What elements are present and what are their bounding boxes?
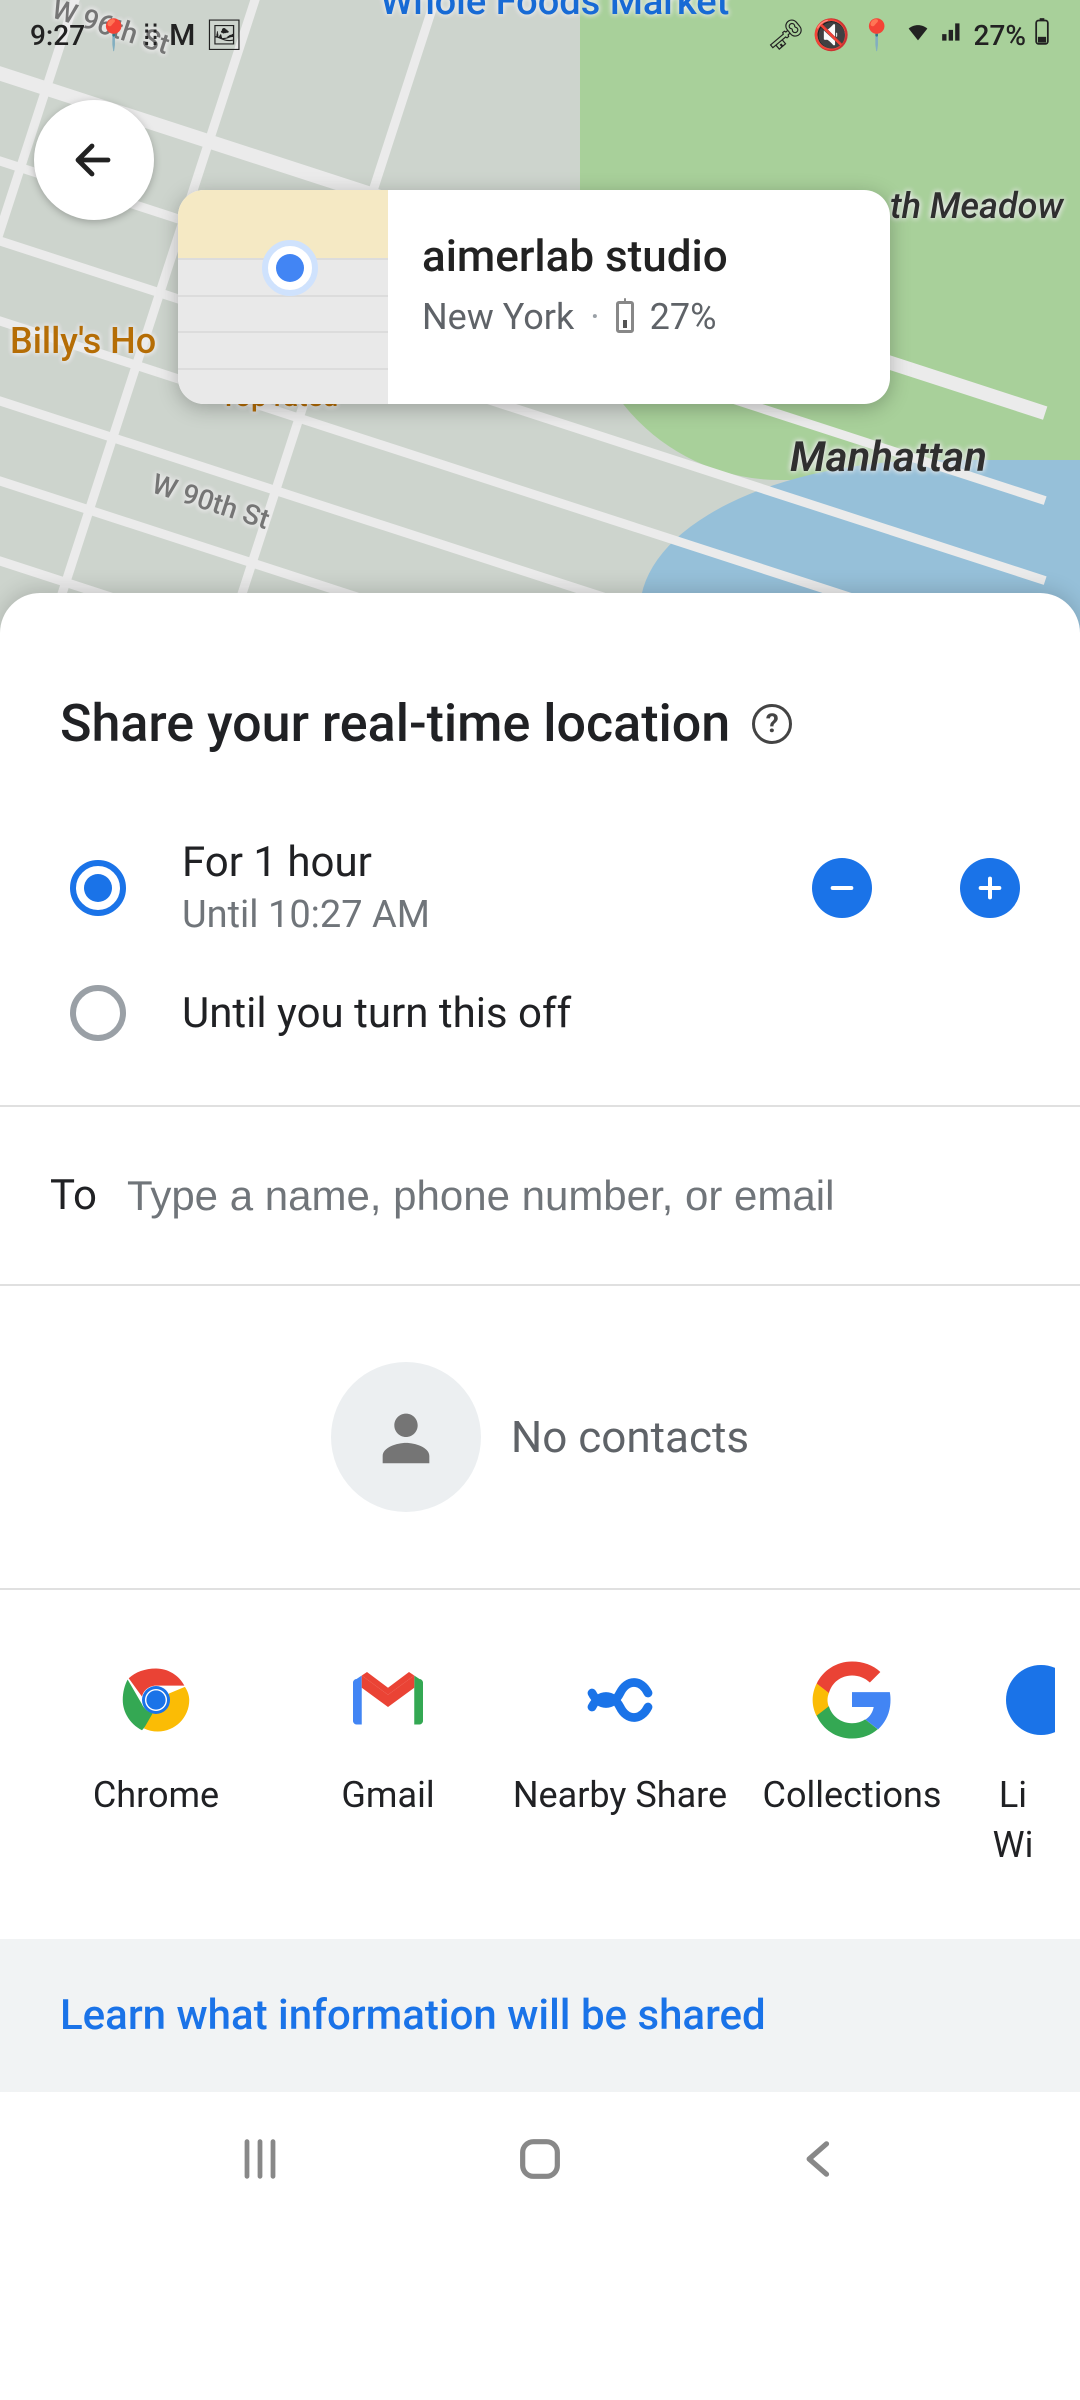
share-target-chrome[interactable]: Chrome — [40, 1658, 272, 1871]
status-location-icon: 📍 — [95, 18, 132, 53]
nav-home-button[interactable] — [514, 2133, 566, 2189]
status-battery-icon — [1034, 17, 1050, 53]
duration-option-until-off[interactable]: Until you turn this off — [70, 961, 1020, 1065]
status-gmail-icon: M — [169, 18, 195, 53]
share-target-gmail[interactable]: Gmail — [272, 1658, 504, 1871]
status-mute-icon: 🔇 — [813, 18, 850, 53]
help-icon[interactable]: ? — [752, 704, 792, 744]
screen-root: Whole Foods Market W 96th St W 90th St B… — [0, 0, 1080, 2400]
person-pin-icon — [262, 240, 318, 296]
share-targets-row[interactable]: Chrome Gmail — [0, 1590, 1080, 1939]
status-wifi-icon — [904, 17, 932, 53]
status-fitness-icon: ⁞⁞ — [142, 18, 159, 53]
option-1hour-primary: For 1 hour — [182, 838, 812, 887]
radio-selected-icon — [70, 860, 126, 916]
radio-unselected-icon — [70, 985, 126, 1041]
nav-recents-button[interactable] — [234, 2133, 286, 2189]
chrome-icon — [114, 1658, 198, 1742]
duration-option-1hour[interactable]: For 1 hour Until 10:27 AM — [70, 814, 1020, 961]
status-photos-icon: 🖼 — [205, 18, 243, 53]
to-label: To — [50, 1171, 97, 1220]
decrease-duration-button[interactable] — [812, 858, 872, 918]
nearby-share-icon — [578, 1658, 662, 1742]
battery-icon — [616, 301, 634, 333]
share-location-sheet: Share your real-time location ? For 1 ho… — [0, 593, 1080, 2400]
recipient-row: To — [0, 1107, 1080, 1284]
google-collections-icon — [810, 1658, 894, 1742]
status-vpn-icon: 🗝 — [767, 18, 805, 53]
share-target-partial[interactable]: LiWi — [968, 1658, 1058, 1871]
increase-duration-button[interactable] — [960, 858, 1020, 918]
status-gps-icon: 📍 — [858, 18, 895, 53]
share-target-nearby[interactable]: Nearby Share — [504, 1658, 736, 1871]
location-title: aimerlab studio — [422, 230, 860, 282]
nav-back-button[interactable] — [794, 2133, 846, 2189]
system-nav-bar — [0, 2092, 1080, 2230]
option-until-off-primary: Until you turn this off — [182, 989, 1020, 1038]
recipient-input[interactable] — [127, 1172, 1030, 1220]
location-thumbnail — [178, 190, 388, 404]
back-button[interactable] — [34, 100, 154, 220]
arrow-left-icon — [70, 136, 118, 184]
gmail-icon — [346, 1658, 430, 1742]
status-time: 9:27 — [30, 19, 85, 52]
partial-app-icon — [971, 1658, 1055, 1742]
share-target-collections[interactable]: Collections — [736, 1658, 968, 1871]
minus-icon — [826, 872, 858, 904]
location-card[interactable]: aimerlab studio New York · 27% — [178, 190, 890, 404]
person-placeholder-icon — [331, 1362, 481, 1512]
status-bar: 9:27 📍 ⁞⁞ M 🖼 🗝 🔇 📍 27% — [0, 0, 1080, 70]
sheet-title: Share your real-time location — [60, 693, 730, 754]
plus-icon — [974, 872, 1006, 904]
no-contacts-text: No contacts — [511, 1411, 749, 1463]
learn-more-link[interactable]: Learn what information will be shared — [0, 1939, 1080, 2092]
no-contacts-row: No contacts — [0, 1286, 1080, 1588]
location-subtitle: New York · 27% — [422, 296, 860, 338]
status-battery-percent: 27% — [974, 19, 1026, 52]
option-1hour-secondary: Until 10:27 AM — [182, 893, 812, 937]
status-signal-icon — [940, 18, 966, 53]
